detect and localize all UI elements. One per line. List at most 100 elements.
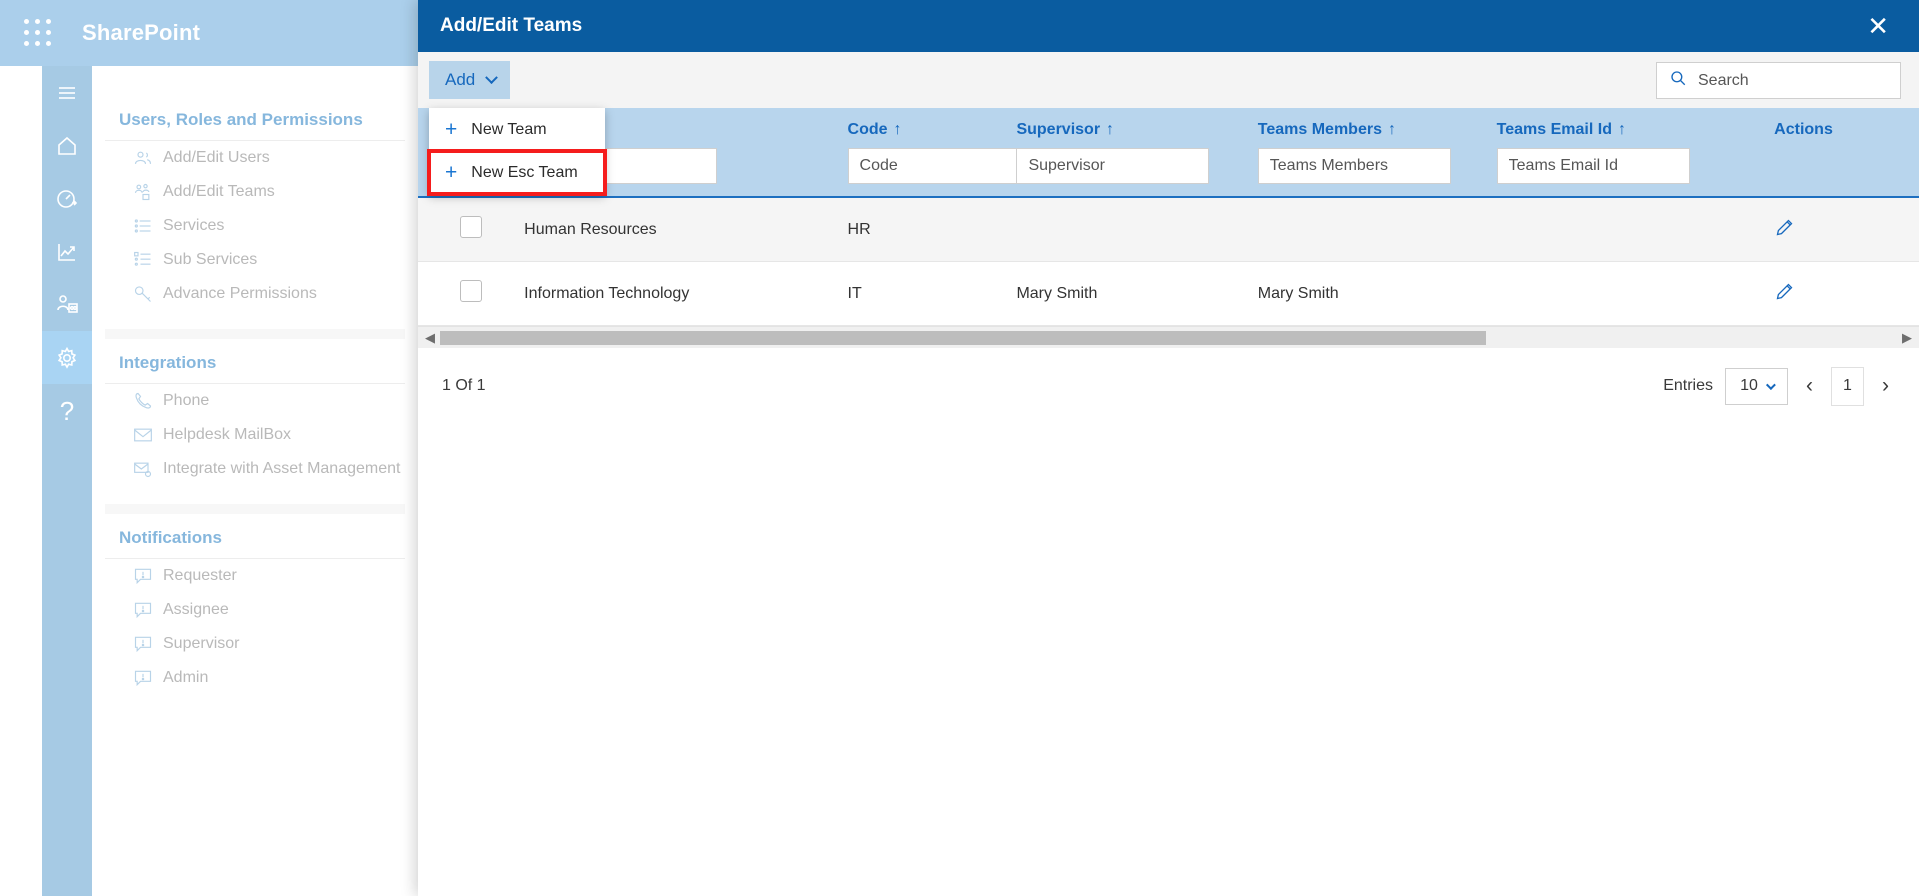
home-icon[interactable] xyxy=(42,119,92,172)
edit-pencil-icon[interactable] xyxy=(1774,283,1795,306)
column-header-actions: Actions xyxy=(1774,108,1919,148)
cell-teams-email-id xyxy=(1496,197,1775,262)
sidebar-item-admin[interactable]: Admin xyxy=(105,661,405,695)
notification-icon xyxy=(133,600,153,620)
nav-divider xyxy=(105,504,405,514)
search-input[interactable] xyxy=(1698,71,1888,90)
row-checkbox[interactable] xyxy=(460,280,483,302)
table-row[interactable]: Information Technology IT Mary Smith Mar… xyxy=(418,261,1919,326)
cell-supervisor xyxy=(1016,197,1258,262)
plus-icon: + xyxy=(445,161,458,184)
close-icon[interactable]: ✕ xyxy=(1861,11,1895,41)
sidebar-item-add-edit-users[interactable]: Add/Edit Users xyxy=(105,141,405,175)
gear-icon[interactable] xyxy=(42,331,92,384)
plus-icon: + xyxy=(445,118,458,141)
filter-cell-supervisor xyxy=(1016,148,1257,197)
row-checkbox[interactable] xyxy=(460,216,483,238)
scrollbar-track[interactable] xyxy=(440,330,1897,345)
cell-supervisor: Mary Smith xyxy=(1016,261,1258,326)
sidebar-item-services[interactable]: Services xyxy=(105,209,405,243)
column-header-supervisor[interactable]: Supervisor ↑ xyxy=(1016,108,1257,148)
cell-teams-members: Mary Smith xyxy=(1257,261,1497,326)
pagination-controls: Entries 10 ‹ 1 › xyxy=(1663,366,1895,406)
sort-ascending-icon[interactable]: ↑ xyxy=(1618,121,1626,138)
sort-ascending-icon[interactable]: ↑ xyxy=(1388,121,1396,138)
list-icon xyxy=(133,216,153,236)
sidebar-item-label: Assignee xyxy=(163,601,229,618)
team-icon xyxy=(133,182,153,202)
entries-per-page-select[interactable]: 10 xyxy=(1725,367,1788,405)
sidebar-item-integrate-asset-management[interactable]: Integrate with Asset Management xyxy=(105,452,405,486)
menu-item-new-esc-team[interactable]: + New Esc Team xyxy=(427,149,607,196)
nav-group-integrations: Integrations Phone Helpdesk MailBox Inte… xyxy=(105,339,405,496)
hamburger-menu-icon[interactable] xyxy=(42,66,92,119)
scroll-right-arrow[interactable]: ▶ xyxy=(1897,330,1917,346)
sidebar-item-label: Requester xyxy=(163,567,237,584)
sidebar-item-helpdesk-mailbox[interactable]: Helpdesk MailBox xyxy=(105,418,405,452)
sidebar-item-label: Supervisor xyxy=(163,635,240,652)
cell-name: Human Resources xyxy=(524,197,848,262)
sidebar-item-label: Helpdesk MailBox xyxy=(163,426,292,443)
page-number-1[interactable]: 1 xyxy=(1831,366,1864,406)
menu-item-new-team[interactable]: + New Team xyxy=(429,108,605,151)
table-row[interactable]: Human Resources HR xyxy=(418,197,1919,262)
filter-cell-actions xyxy=(1774,148,1919,197)
sidebar-item-assignee[interactable]: Assignee xyxy=(105,593,405,627)
scrollbar-thumb[interactable] xyxy=(440,330,1486,345)
scroll-left-arrow[interactable]: ◀ xyxy=(420,330,440,346)
row-checkbox-cell xyxy=(418,261,525,326)
edit-pencil-icon[interactable] xyxy=(1774,219,1795,242)
cell-actions xyxy=(1774,261,1919,326)
column-label: Actions xyxy=(1774,121,1833,138)
key-icon xyxy=(133,284,153,304)
column-label: Supervisor xyxy=(1016,121,1101,138)
entries-value: 10 xyxy=(1740,377,1758,394)
mail-icon xyxy=(133,425,153,445)
filter-input-teams-members[interactable] xyxy=(1257,148,1451,184)
analytics-chart-icon[interactable] xyxy=(42,225,92,278)
sidebar-item-supervisor[interactable]: Supervisor xyxy=(105,627,405,661)
search-icon xyxy=(1669,69,1687,92)
help-question-icon[interactable]: ? xyxy=(42,384,92,437)
table-filter-row xyxy=(418,148,1919,197)
cell-teams-email-id xyxy=(1496,261,1775,326)
column-header-teams-members[interactable]: Teams Members ↑ xyxy=(1258,108,1497,148)
column-label: Code xyxy=(847,121,888,138)
add-button[interactable]: Add xyxy=(429,61,511,99)
sidebar-item-sub-services[interactable]: Sub Services xyxy=(105,243,405,277)
chevron-left-icon[interactable]: ‹ xyxy=(1800,374,1819,398)
sort-ascending-icon[interactable]: ↑ xyxy=(1106,121,1114,138)
add-button-label: Add xyxy=(445,70,476,89)
user-management-icon[interactable] xyxy=(42,278,92,331)
filter-input-code[interactable] xyxy=(847,148,1041,184)
row-checkbox-cell xyxy=(418,197,525,262)
dashboard-gauge-icon[interactable] xyxy=(42,172,92,225)
help-question-glyph: ? xyxy=(59,395,75,426)
mail-gear-icon xyxy=(133,459,153,479)
horizontal-scrollbar[interactable]: ◀ ▶ xyxy=(418,326,1919,348)
phone-icon xyxy=(133,391,153,411)
column-header-teams-email-id[interactable]: Teams Email Id ↑ xyxy=(1497,108,1775,148)
chevron-right-icon[interactable]: › xyxy=(1876,374,1895,398)
waffle-grid-icon[interactable] xyxy=(18,13,58,53)
filter-cell-teams-email-id xyxy=(1496,148,1775,197)
add-edit-teams-modal: Add/Edit Teams ✕ Add + New Team + xyxy=(418,0,1919,896)
column-label: Teams Members xyxy=(1257,121,1382,138)
teams-table: Name↑ Code↑ Supervisor↑ Teams Members↑ T xyxy=(418,108,1919,326)
nav-divider xyxy=(105,329,405,339)
sidebar-item-add-edit-teams[interactable]: Add/Edit Teams xyxy=(105,175,405,209)
pagination-bar: 1 Of 1 Entries 10 ‹ 1 › xyxy=(418,348,1919,424)
icon-rail: ? xyxy=(42,66,92,896)
chevron-down-icon xyxy=(1765,379,1776,390)
sidebar-item-advance-permissions[interactable]: Advance Permissions xyxy=(105,277,405,311)
nav-group-title: Notifications xyxy=(105,514,405,559)
menu-item-label: New Team xyxy=(471,120,547,138)
sidebar-item-requester[interactable]: Requester xyxy=(105,559,405,593)
sharepoint-brand-label: SharePoint xyxy=(82,20,201,45)
sort-ascending-icon[interactable]: ↑ xyxy=(894,121,902,138)
filter-input-teams-email-id[interactable] xyxy=(1496,148,1690,184)
column-header-code[interactable]: Code ↑ xyxy=(848,108,1017,148)
sidebar-item-phone[interactable]: Phone xyxy=(105,384,405,418)
filter-input-supervisor[interactable] xyxy=(1016,148,1210,184)
search-box[interactable] xyxy=(1656,62,1901,99)
